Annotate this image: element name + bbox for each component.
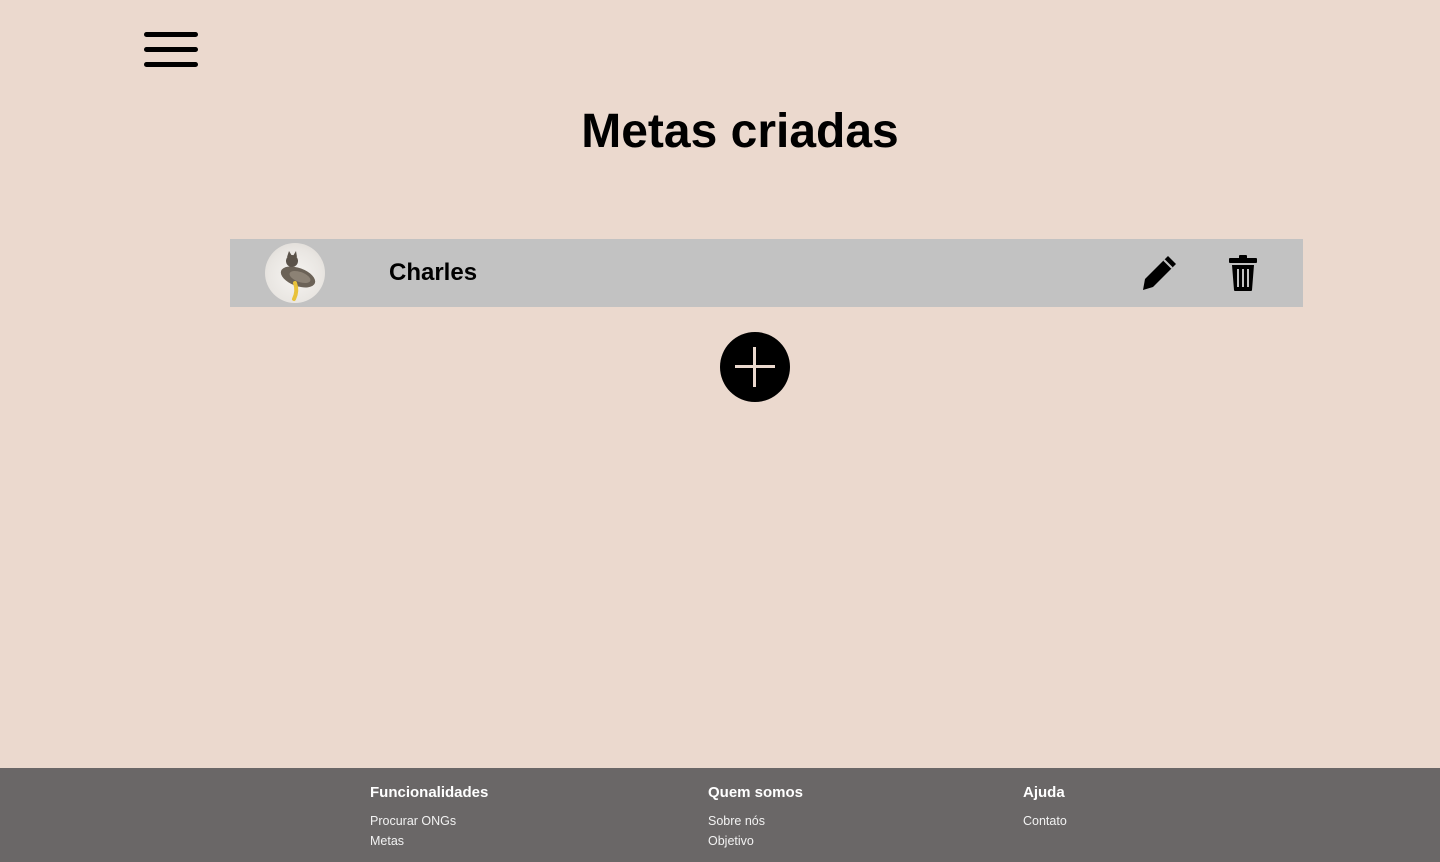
footer-column-quem-somos: Quem somos Sobre nós Objetivo xyxy=(708,784,803,851)
footer-heading: Funcionalidades xyxy=(370,784,489,801)
footer-column-ajuda: Ajuda Contato xyxy=(1023,784,1067,831)
footer-link-metas[interactable]: Metas xyxy=(370,831,488,851)
goal-row: Charles xyxy=(230,239,1303,307)
footer-link-contato[interactable]: Contato xyxy=(1023,811,1067,831)
avatar xyxy=(265,243,325,303)
hamburger-menu-icon[interactable] xyxy=(144,30,198,70)
trash-icon[interactable] xyxy=(1226,254,1260,292)
footer-link-objetivo[interactable]: Objetivo xyxy=(708,831,803,851)
footer-column-funcionalidades: Funcionalidades Procurar ONGs Metas xyxy=(370,784,488,851)
add-goal-button[interactable] xyxy=(720,332,790,402)
goal-name[interactable]: Charles xyxy=(389,259,477,287)
footer-heading: Ajuda xyxy=(1023,784,1065,801)
page-title: Metas criadas xyxy=(581,105,899,158)
footer-link-sobre-nos[interactable]: Sobre nós xyxy=(708,811,803,831)
pencil-icon[interactable] xyxy=(1140,254,1178,292)
footer-heading: Quem somos xyxy=(708,784,804,801)
footer-link-procurar-ongs[interactable]: Procurar ONGs xyxy=(370,811,488,831)
footer: Funcionalidades Procurar ONGs Metas Quem… xyxy=(0,768,1440,862)
